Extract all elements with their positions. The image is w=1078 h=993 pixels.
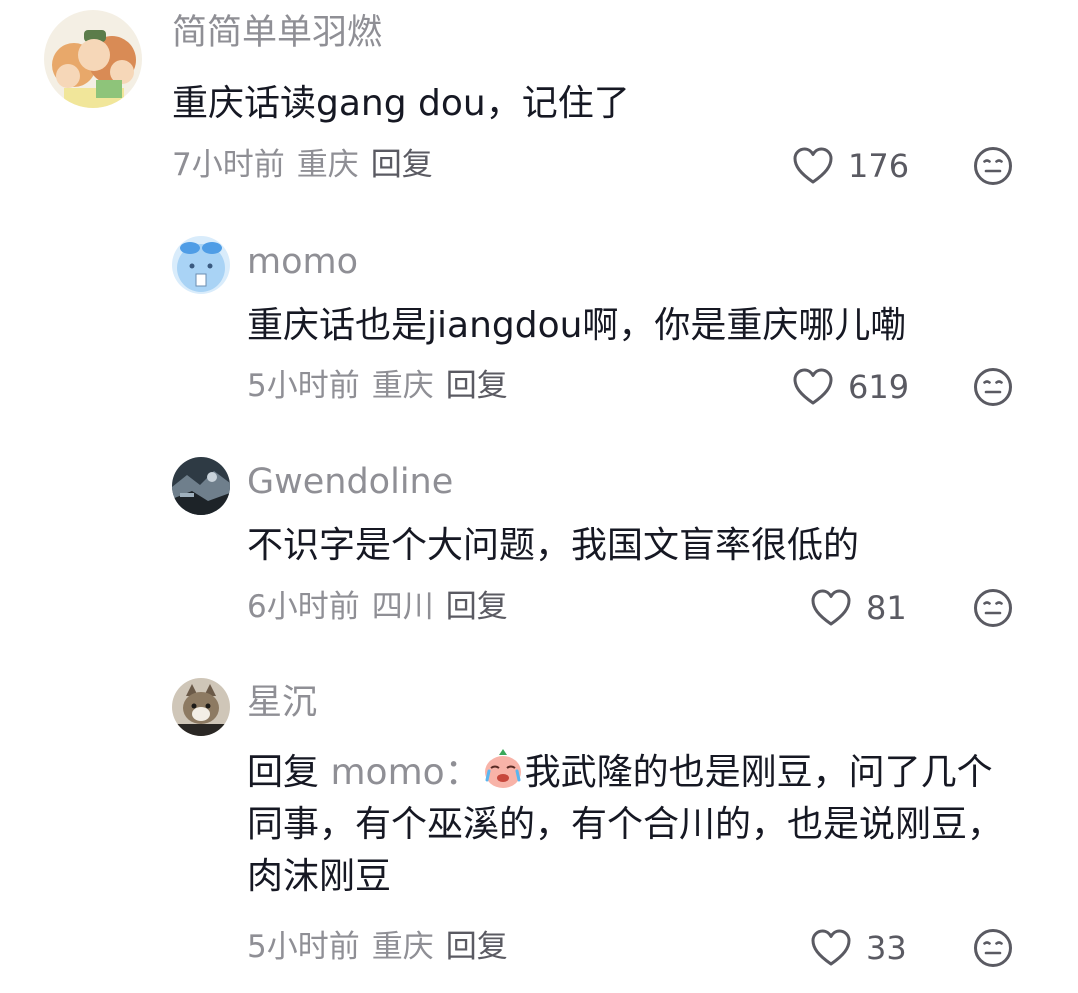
anime-avatar-image (44, 10, 142, 108)
heart-outline-icon (811, 929, 851, 966)
comment-author[interactable]: 简简单单羽燃 (172, 16, 382, 51)
comment-time: 7小时前 (172, 147, 285, 183)
comment-meta: 7小时前 重庆 回复 (172, 150, 445, 181)
cat-avatar-image (172, 678, 230, 736)
comment-meta: 5小时前 重庆 回复 (247, 932, 520, 963)
meh-face-icon (974, 368, 1012, 406)
comment-author[interactable]: momo (247, 245, 358, 280)
comment-author[interactable]: 星沉 (247, 686, 317, 721)
comment-location: 重庆 (371, 368, 434, 404)
dislike-button[interactable] (973, 928, 1013, 972)
reply-button[interactable]: 回复 (446, 589, 508, 625)
like-count: 33 (866, 929, 907, 967)
comment-text: 回复 momo： 我武隆的也是刚豆，问了几个同事，有个巫溪的，有个合川的，也是说… (247, 746, 1027, 903)
mention-link[interactable]: momo： (330, 752, 480, 793)
dislike-button[interactable] (973, 367, 1013, 411)
meh-face-icon (974, 929, 1012, 967)
dislike-button[interactable] (973, 146, 1013, 190)
comment-meta: 5小时前 重庆 回复 (247, 371, 520, 402)
comment-text: 重庆话也是jiangdou啊，你是重庆哪儿嘞 (247, 305, 907, 346)
avatar[interactable] (44, 10, 142, 108)
reply-button[interactable]: 回复 (446, 368, 508, 404)
comment-time: 6小时前 (247, 589, 360, 625)
heart-outline-icon (811, 589, 851, 626)
comment-time: 5小时前 (247, 368, 360, 404)
reply-button[interactable]: 回复 (371, 147, 433, 183)
like-button[interactable]: 81 (810, 588, 907, 628)
comment-location: 重庆 (296, 147, 359, 183)
landscape-avatar-image (172, 457, 230, 515)
comment-location: 四川 (371, 589, 434, 625)
comment-location: 重庆 (371, 929, 434, 965)
comment-text: 不识字是个大问题，我国文盲率很低的 (247, 525, 860, 566)
avatar[interactable] (172, 678, 230, 736)
comment-meta: 6小时前 四川 回复 (247, 592, 520, 623)
meh-face-icon (974, 589, 1012, 627)
like-button[interactable]: 33 (810, 928, 907, 968)
like-count: 619 (848, 368, 910, 406)
like-count: 81 (866, 589, 907, 627)
like-button[interactable]: 176 (792, 146, 909, 186)
like-button[interactable]: 619 (792, 367, 909, 407)
avatar[interactable] (172, 457, 230, 515)
crying-peach-emoji-icon (484, 749, 521, 788)
heart-outline-icon (793, 147, 833, 184)
like-count: 176 (848, 147, 910, 185)
avatar[interactable] (172, 236, 230, 294)
reply-prefix: 回复 (247, 752, 320, 793)
comment-time: 5小时前 (247, 929, 360, 965)
comment-author[interactable]: Gwendoline (247, 465, 453, 500)
dislike-button[interactable] (973, 588, 1013, 632)
comment-text: 重庆话读gang dou，记住了 (172, 83, 630, 124)
blue-character-avatar-image (172, 236, 230, 294)
heart-outline-icon (793, 368, 833, 405)
meh-face-icon (974, 147, 1012, 185)
crying-peach-emoji (481, 746, 525, 790)
reply-button[interactable]: 回复 (446, 929, 508, 965)
